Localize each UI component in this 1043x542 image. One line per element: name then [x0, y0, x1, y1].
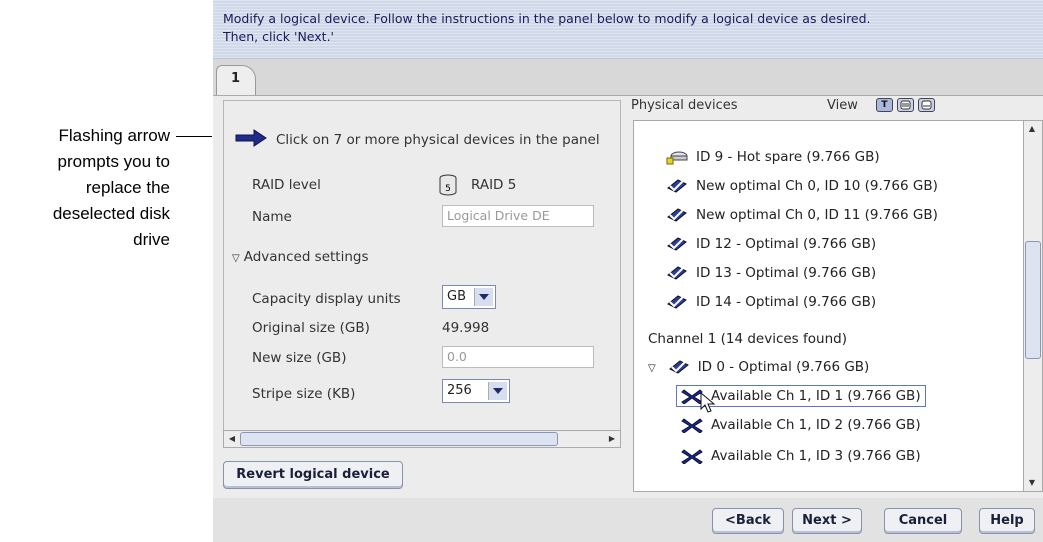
wizard-window: Modify a logical device. Follow the inst…: [213, 0, 1043, 542]
logical-device-settings-panel: Click on 7 or more physical devices in t…: [223, 100, 621, 442]
raid-level-value: RAID 5: [471, 177, 517, 193]
advanced-settings-label: Advanced settings: [243, 249, 369, 265]
view-text-button[interactable]: T: [876, 98, 893, 112]
optimal-disk-icon: [666, 236, 688, 252]
scroll-right-icon[interactable]: ▶: [604, 431, 620, 447]
name-label: Name: [252, 209, 292, 225]
device-row-id14[interactable]: ID 14 - Optimal (9.766 GB): [666, 294, 876, 310]
capacity-units-value: GB: [447, 289, 466, 304]
triangle-down-icon[interactable]: ▽: [648, 363, 656, 374]
scroll-left-icon[interactable]: ◀: [224, 431, 240, 447]
back-button[interactable]: <Back: [712, 508, 784, 534]
device-text: ID 14 - Optimal (9.766 GB): [696, 294, 877, 310]
callout-line-1: Flashing arrow: [58, 126, 171, 145]
device-text: Available Ch 1, ID 2 (9.766 GB): [711, 417, 921, 433]
new-size-input[interactable]: 0.0: [442, 346, 594, 368]
scroll-up-icon[interactable]: ▲: [1024, 121, 1040, 137]
capacity-units-label: Capacity display units: [252, 291, 401, 307]
scroll-down-icon[interactable]: ▼: [1024, 475, 1040, 491]
instruction-line-1: Modify a logical device. Follow the inst…: [223, 11, 871, 26]
flashing-arrow-icon: [234, 128, 268, 152]
available-disk-icon: [681, 448, 703, 465]
tab-bar: 1: [213, 59, 1043, 95]
new-size-label: New size (GB): [252, 350, 347, 366]
raid-badge: 5: [445, 184, 451, 194]
revert-logical-device-button[interactable]: Revert logical device: [223, 461, 403, 489]
physical-devices-title: Physical devices: [631, 98, 738, 113]
optimal-disk-icon: [666, 207, 688, 223]
name-field[interactable]: Logical Drive DE: [442, 205, 594, 227]
raid-level-label: RAID level: [252, 177, 321, 193]
original-size-label: Original size (GB): [252, 320, 370, 336]
scroll-thumb[interactable]: [240, 432, 558, 446]
optimal-disk-icon: [668, 359, 690, 375]
instruction-banner: Modify a logical device. Follow the inst…: [213, 0, 1043, 59]
wizard-content: Click on 7 or more physical devices in t…: [213, 95, 1043, 498]
device-text: ID 9 - Hot spare (9.766 GB): [696, 149, 880, 165]
vertical-scrollbar[interactable]: ▲ ▼: [1023, 121, 1042, 491]
chevron-down-icon: [474, 288, 493, 306]
view-detail-button[interactable]: [918, 98, 935, 112]
device-text: ID 12 - Optimal (9.766 GB): [696, 236, 877, 252]
device-row-ch1-id2[interactable]: Available Ch 1, ID 2 (9.766 GB): [681, 417, 921, 434]
device-row-id11[interactable]: New optimal Ch 0, ID 11 (9.766 GB): [666, 207, 938, 223]
capacity-units-select[interactable]: GB: [442, 285, 496, 309]
callout-line-2: prompts you to: [57, 152, 170, 171]
channel-1-header: Channel 1 (14 devices found): [648, 331, 847, 347]
hot-spare-icon: [666, 149, 688, 165]
device-text: Available Ch 1, ID 1 (9.766 GB): [711, 388, 921, 404]
optimal-disk-icon: [666, 178, 688, 194]
raid-cylinder-icon: 5: [438, 173, 458, 201]
device-row-id13[interactable]: ID 13 - Optimal (9.766 GB): [666, 265, 876, 281]
device-row-ch1-id0[interactable]: ▽ ID 0 - Optimal (9.766 GB): [648, 359, 869, 375]
optimal-disk-icon: [666, 294, 688, 310]
help-button[interactable]: Help: [979, 508, 1035, 534]
device-row-id12[interactable]: ID 12 - Optimal (9.766 GB): [666, 236, 876, 252]
next-button[interactable]: Next >: [792, 508, 862, 534]
cancel-button[interactable]: Cancel: [884, 508, 962, 534]
chevron-down-icon: [488, 382, 507, 400]
tab-1[interactable]: 1: [216, 65, 256, 95]
mouse-pointer-icon: [700, 391, 716, 418]
stripe-size-value: 256: [447, 383, 472, 398]
advanced-settings-toggle[interactable]: ▽ Advanced settings: [232, 249, 369, 265]
device-text: ID 13 - Optimal (9.766 GB): [696, 265, 877, 281]
original-size-value: 49.998: [442, 320, 490, 336]
stripe-size-select[interactable]: 256: [442, 379, 510, 403]
device-row-id10[interactable]: New optimal Ch 0, ID 10 (9.766 GB): [666, 178, 938, 194]
device-text: New optimal Ch 0, ID 10 (9.766 GB): [696, 178, 938, 194]
triangle-down-icon: ▽: [232, 253, 240, 264]
instruction-hint: Click on 7 or more physical devices in t…: [234, 128, 600, 152]
device-text: ID 0 - Optimal (9.766 GB): [697, 359, 870, 375]
device-row-id9[interactable]: ID 9 - Hot spare (9.766 GB): [666, 149, 880, 165]
callout-line-3: replace the: [85, 178, 170, 197]
callout-line-5: drive: [133, 230, 170, 249]
hint-text: Click on 7 or more physical devices in t…: [276, 132, 600, 148]
device-text: New optimal Ch 0, ID 11 (9.766 GB): [696, 207, 938, 223]
callout-line-4: deselected disk: [52, 204, 170, 223]
optimal-disk-icon: [666, 265, 688, 281]
instruction-line-2: Then, click 'Next.': [223, 29, 334, 44]
horizontal-scrollbar[interactable]: ◀ ▶: [223, 430, 621, 448]
view-list-button[interactable]: [897, 98, 914, 112]
annotation-callout: Flashing arrow prompts you to replace th…: [0, 123, 170, 253]
view-label: View: [827, 98, 858, 113]
physical-devices-list: ID 9 - Hot spare (9.766 GB) New optimal …: [633, 120, 1043, 492]
device-text: Available Ch 1, ID 3 (9.766 GB): [711, 448, 921, 464]
callout-leader-line: [176, 136, 212, 137]
stripe-size-label: Stripe size (KB): [252, 386, 356, 402]
scroll-thumb[interactable]: [1025, 241, 1041, 359]
available-disk-icon: [681, 417, 703, 434]
device-row-ch1-id3[interactable]: Available Ch 1, ID 3 (9.766 GB): [681, 448, 921, 465]
